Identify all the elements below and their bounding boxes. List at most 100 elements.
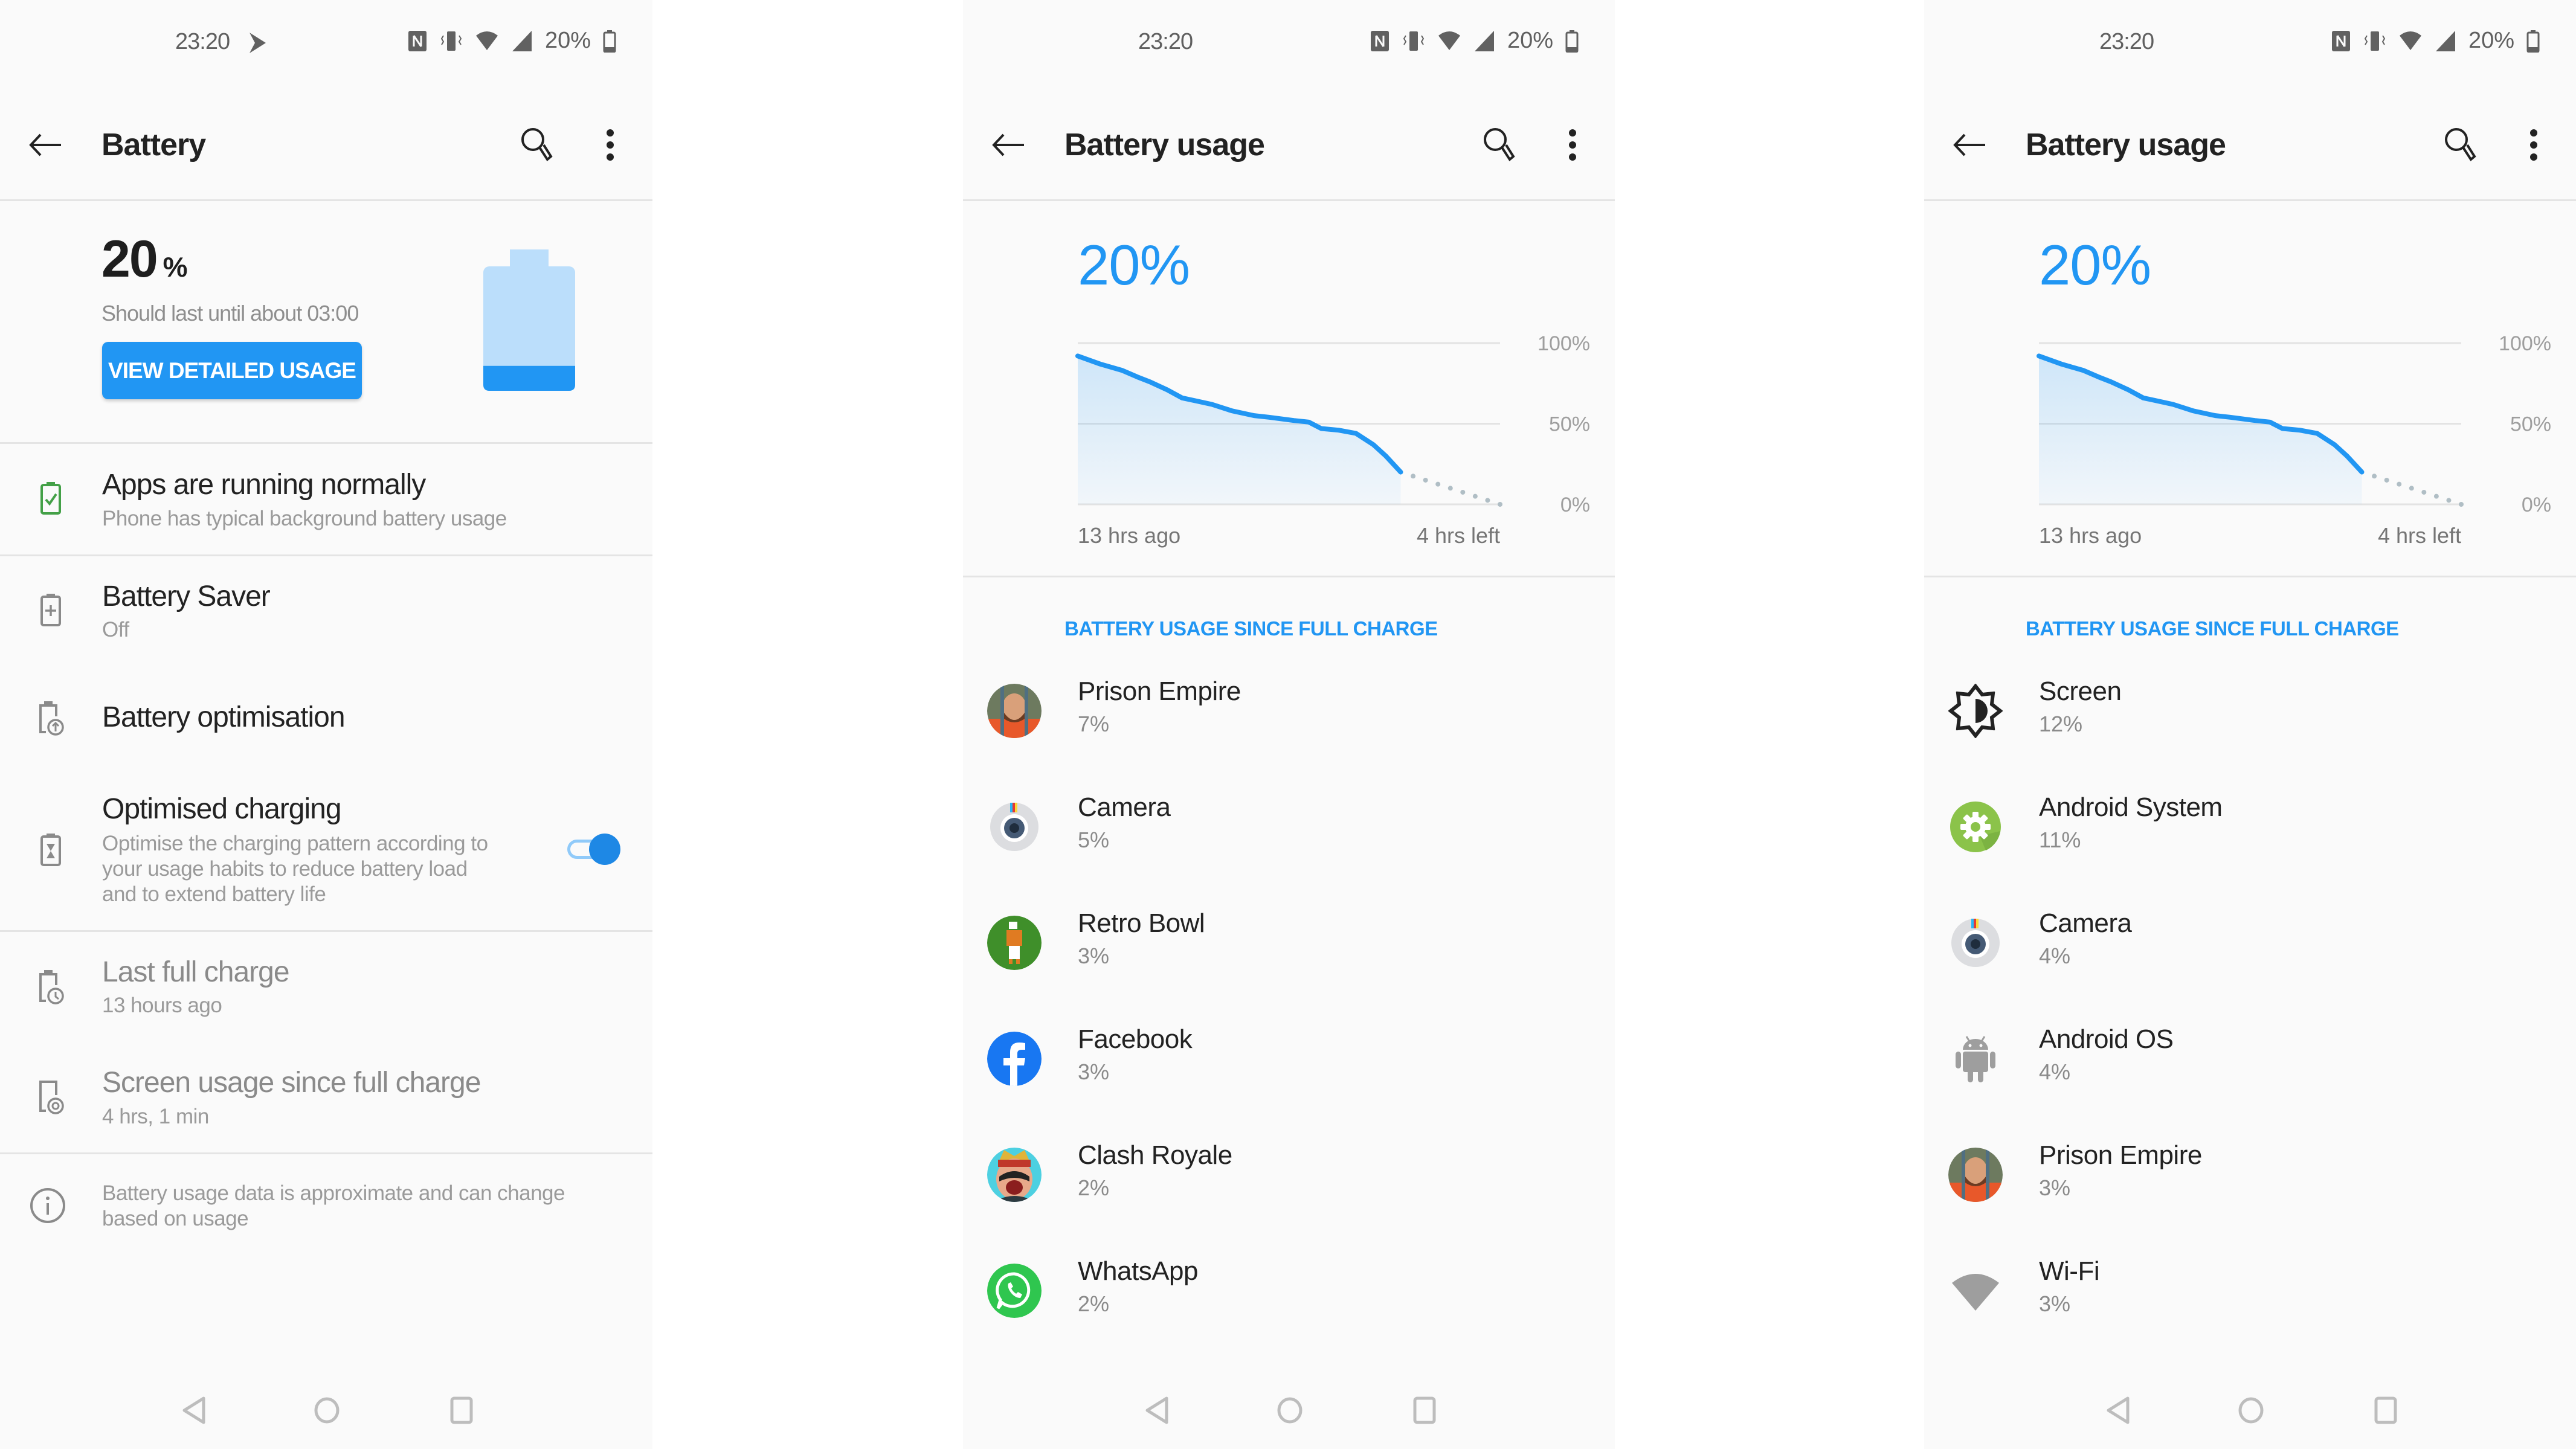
item-title: Battery optimisation	[102, 701, 346, 733]
section-header: BATTERY USAGE SINCE FULL CHARGE	[1064, 617, 1438, 640]
projection-dot	[2433, 493, 2439, 499]
nav-home-button[interactable]	[1272, 1392, 1308, 1428]
info-icon	[29, 1187, 66, 1227]
app-usage-row[interactable]	[1924, 658, 2576, 767]
item-subtitle-line: your usage habits to reduce battery load	[102, 857, 468, 881]
battery-clock-icon	[31, 966, 70, 1009]
nav-home-button[interactable]	[2233, 1392, 2269, 1428]
app-usage-row[interactable]	[963, 1122, 1615, 1231]
view-detailed-usage-button[interactable]: VIEW DETAILED USAGE	[102, 342, 362, 399]
app-usage-row[interactable]	[963, 890, 1615, 999]
nav-recents-button[interactable]	[1406, 1392, 1443, 1428]
item-title: Battery Saver	[102, 580, 271, 612]
battery-percent: 20%	[101, 230, 188, 289]
nav-back-button[interactable]	[2100, 1392, 2136, 1428]
nav-back-button[interactable]	[176, 1392, 212, 1428]
prison-empire-icon	[987, 684, 1042, 738]
battery-estimate: Should last until about 03:00	[101, 301, 359, 326]
back-button[interactable]	[24, 124, 66, 166]
screen-usage-icon	[31, 1076, 70, 1119]
app-usage-row[interactable]	[963, 774, 1615, 883]
more-options-button[interactable]	[592, 124, 628, 166]
arrow-left-icon	[29, 133, 61, 156]
search-button[interactable]	[2440, 124, 2482, 166]
more-options-button[interactable]	[2516, 124, 2552, 166]
projection-dot	[1447, 486, 1453, 491]
app-usage-row[interactable]	[1924, 1238, 2576, 1347]
page-title: Battery	[101, 127, 206, 162]
brightness-icon	[1948, 684, 2003, 738]
cell-signal-icon	[511, 30, 533, 53]
battery-optimisation-icon	[31, 698, 70, 740]
search-icon	[521, 128, 553, 161]
app-usage-percent: 2%	[1078, 1291, 1110, 1316]
app-usage-row[interactable]	[963, 1006, 1615, 1115]
battery-percent: 20%	[1078, 233, 1190, 297]
battery-screen: 23:20 20% Battery 20% Should last until …	[0, 0, 652, 1449]
back-button[interactable]	[987, 124, 1029, 166]
projection-dot	[2384, 477, 2389, 483]
app-usage-row[interactable]	[1924, 890, 2576, 999]
nav-back-icon	[2107, 1396, 2130, 1424]
arrow-left-icon	[992, 133, 1024, 156]
chart-divider	[963, 576, 1615, 577]
optimised-charging-toggle[interactable]	[565, 834, 620, 865]
projection-dot	[2397, 481, 2402, 487]
battery-usage-screen-system: 23:20 20% Battery usage 20% 100% 50% 0% 13…	[1924, 0, 2576, 1449]
app-name: Prison Empire	[2039, 1140, 2202, 1170]
battery-history-chart: 100% 50% 0% 13 hrs ago 4 hrs left	[1075, 332, 1590, 548]
nfc-icon	[1370, 30, 1390, 53]
vibrate-icon	[440, 30, 463, 53]
status-icons: 20%	[407, 28, 616, 54]
battery-saver-row[interactable]	[0, 556, 652, 653]
nav-recents-icon	[2374, 1396, 2397, 1424]
nav-home-button[interactable]	[309, 1392, 345, 1428]
nav-recents-button[interactable]	[443, 1392, 480, 1428]
app-name: Facebook	[1078, 1024, 1193, 1054]
app-name: Android OS	[2039, 1024, 2174, 1054]
more-options-button[interactable]	[1554, 124, 1591, 166]
app-usage-percent: 3%	[2039, 1175, 2071, 1200]
battery-percent-number: 20	[101, 230, 158, 288]
app-name: Prison Empire	[1078, 676, 1241, 706]
vibrate-icon	[1402, 30, 1425, 53]
battery-level-graphic	[483, 249, 575, 391]
y-tick-label: 100%	[1538, 332, 1590, 355]
app-usage-row[interactable]	[1924, 774, 2576, 883]
item-title: Last full charge	[102, 956, 290, 988]
x-tick-label-start: 13 hrs ago	[2039, 523, 2142, 548]
app-usage-row[interactable]	[1924, 1006, 2576, 1115]
item-subtitle: Off	[102, 618, 129, 641]
battery-area-fill	[2039, 356, 2362, 504]
app-usage-row[interactable]	[1924, 1122, 2576, 1231]
projection-dot	[2409, 486, 2414, 491]
search-button[interactable]	[1479, 124, 1521, 166]
nav-recents-icon	[1413, 1396, 1436, 1424]
app-usage-percent: 12%	[2039, 712, 2083, 736]
app-name: Camera	[2039, 908, 2132, 938]
nav-home-icon	[1277, 1397, 1302, 1424]
app-name: Wi-Fi	[2039, 1256, 2100, 1286]
clash-royale-icon	[987, 1148, 1042, 1202]
app-usage-percent: 5%	[1078, 827, 1110, 852]
item-subtitle: 13 hours ago	[102, 994, 222, 1017]
item-title: Screen usage since full charge	[102, 1067, 481, 1099]
info-text: Battery usage data is approximate and ca…	[102, 1181, 616, 1232]
section-divider	[0, 1152, 652, 1154]
toolbar-divider	[963, 199, 1615, 201]
search-button[interactable]	[517, 124, 559, 166]
app-usage-percent: 3%	[1078, 943, 1110, 968]
last-full-charge-row	[0, 933, 652, 1042]
nav-recents-button[interactable]	[2368, 1392, 2404, 1428]
nav-back-button[interactable]	[1139, 1392, 1175, 1428]
app-usage-row[interactable]	[963, 1238, 1615, 1347]
section-divider	[0, 930, 652, 932]
battery-graphic-fill	[483, 365, 575, 391]
wifi-icon	[1948, 1264, 2003, 1318]
status-time: 23:20	[175, 29, 230, 54]
app-usage-row[interactable]	[963, 658, 1615, 767]
play-store-notification-icon	[248, 31, 268, 57]
back-button[interactable]	[1948, 124, 1991, 166]
battery-status-icon	[603, 30, 616, 53]
section-header: BATTERY USAGE SINCE FULL CHARGE	[2026, 617, 2399, 640]
